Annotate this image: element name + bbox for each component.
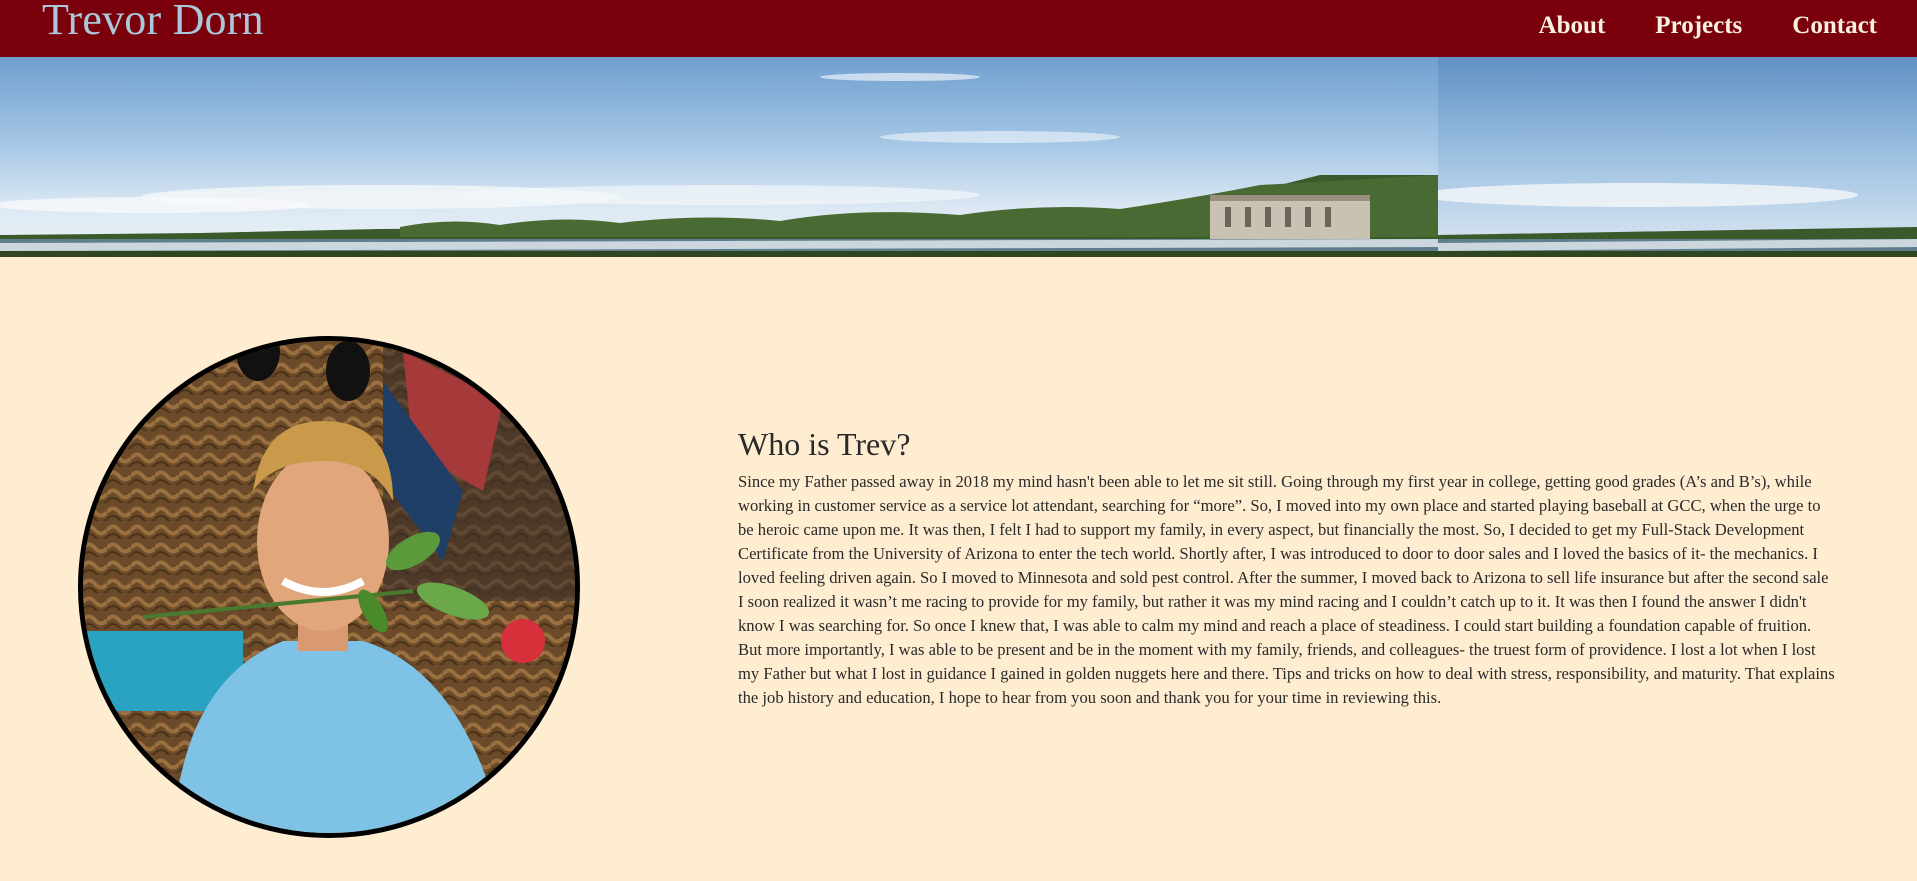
about-heading: Who is Trev? xyxy=(738,426,911,462)
nav-link-contact[interactable]: Contact xyxy=(1792,10,1877,42)
main-nav: About Projects Contact xyxy=(1539,10,1877,42)
nav-link-about[interactable]: About xyxy=(1539,10,1606,42)
nav-link-projects[interactable]: Projects xyxy=(1655,10,1742,42)
site-header: Trevor Dorn About Projects Contact xyxy=(0,0,1917,57)
about-section: Who is Trev? Since my Father passed away… xyxy=(738,424,1838,710)
about-body: Since my Father passed away in 2018 my m… xyxy=(738,472,1835,707)
hero-banner xyxy=(0,57,1917,257)
banner-image xyxy=(0,57,1438,257)
site-brand-link[interactable]: Trevor Dorn xyxy=(42,0,264,46)
banner-image-repeat xyxy=(1438,57,1917,257)
profile-photo xyxy=(78,336,580,838)
